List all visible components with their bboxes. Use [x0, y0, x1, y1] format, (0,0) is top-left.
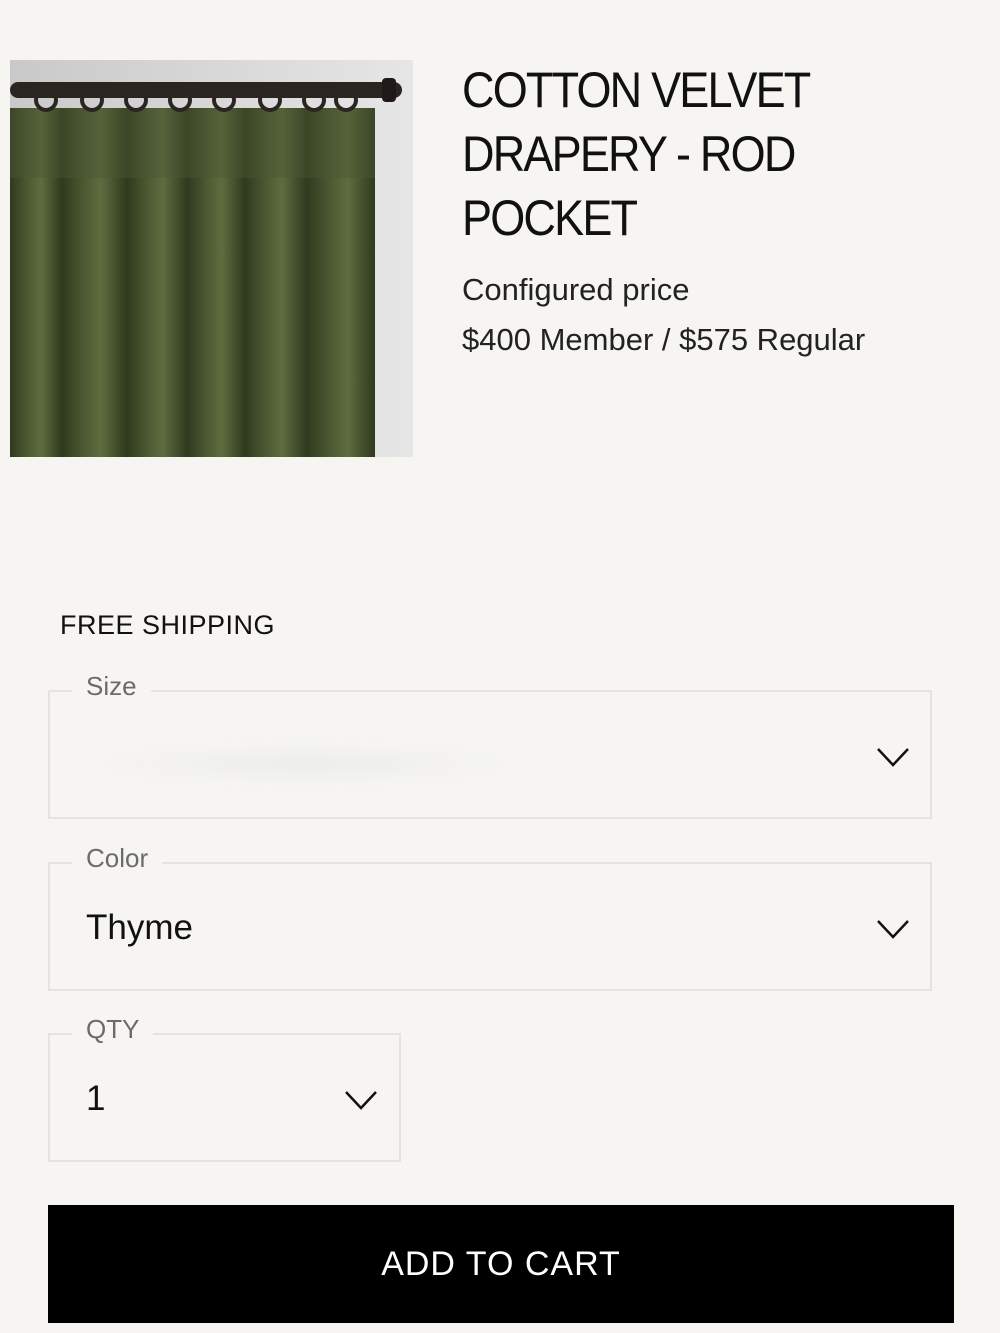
qty-select[interactable]: QTY 1: [48, 1014, 401, 1162]
velvet-curtain-image: [10, 60, 413, 457]
color-label: Color: [72, 843, 163, 874]
size-label: Size: [72, 671, 151, 702]
color-value: Thyme: [86, 908, 193, 947]
size-select[interactable]: Size: [48, 671, 932, 819]
chevron-down-icon[interactable]: [344, 1089, 378, 1111]
product-title: COTTON VELVET DRAPERY - ROD POCKET: [462, 62, 810, 246]
qty-label: QTY: [72, 1014, 154, 1045]
chevron-down-icon[interactable]: [876, 746, 910, 768]
size-value-placeholder: [90, 744, 520, 784]
add-to-cart-button[interactable]: ADD TO CART: [48, 1205, 954, 1323]
qty-value: 1: [86, 1079, 106, 1118]
price-values: $400 Member / $575 Regular: [462, 322, 866, 357]
configured-price-label: Configured price: [462, 272, 690, 307]
product-image[interactable]: [10, 60, 413, 457]
free-shipping-label: FREE SHIPPING: [60, 610, 276, 640]
chevron-down-icon[interactable]: [876, 918, 910, 940]
color-select[interactable]: Color Thyme: [48, 843, 932, 991]
